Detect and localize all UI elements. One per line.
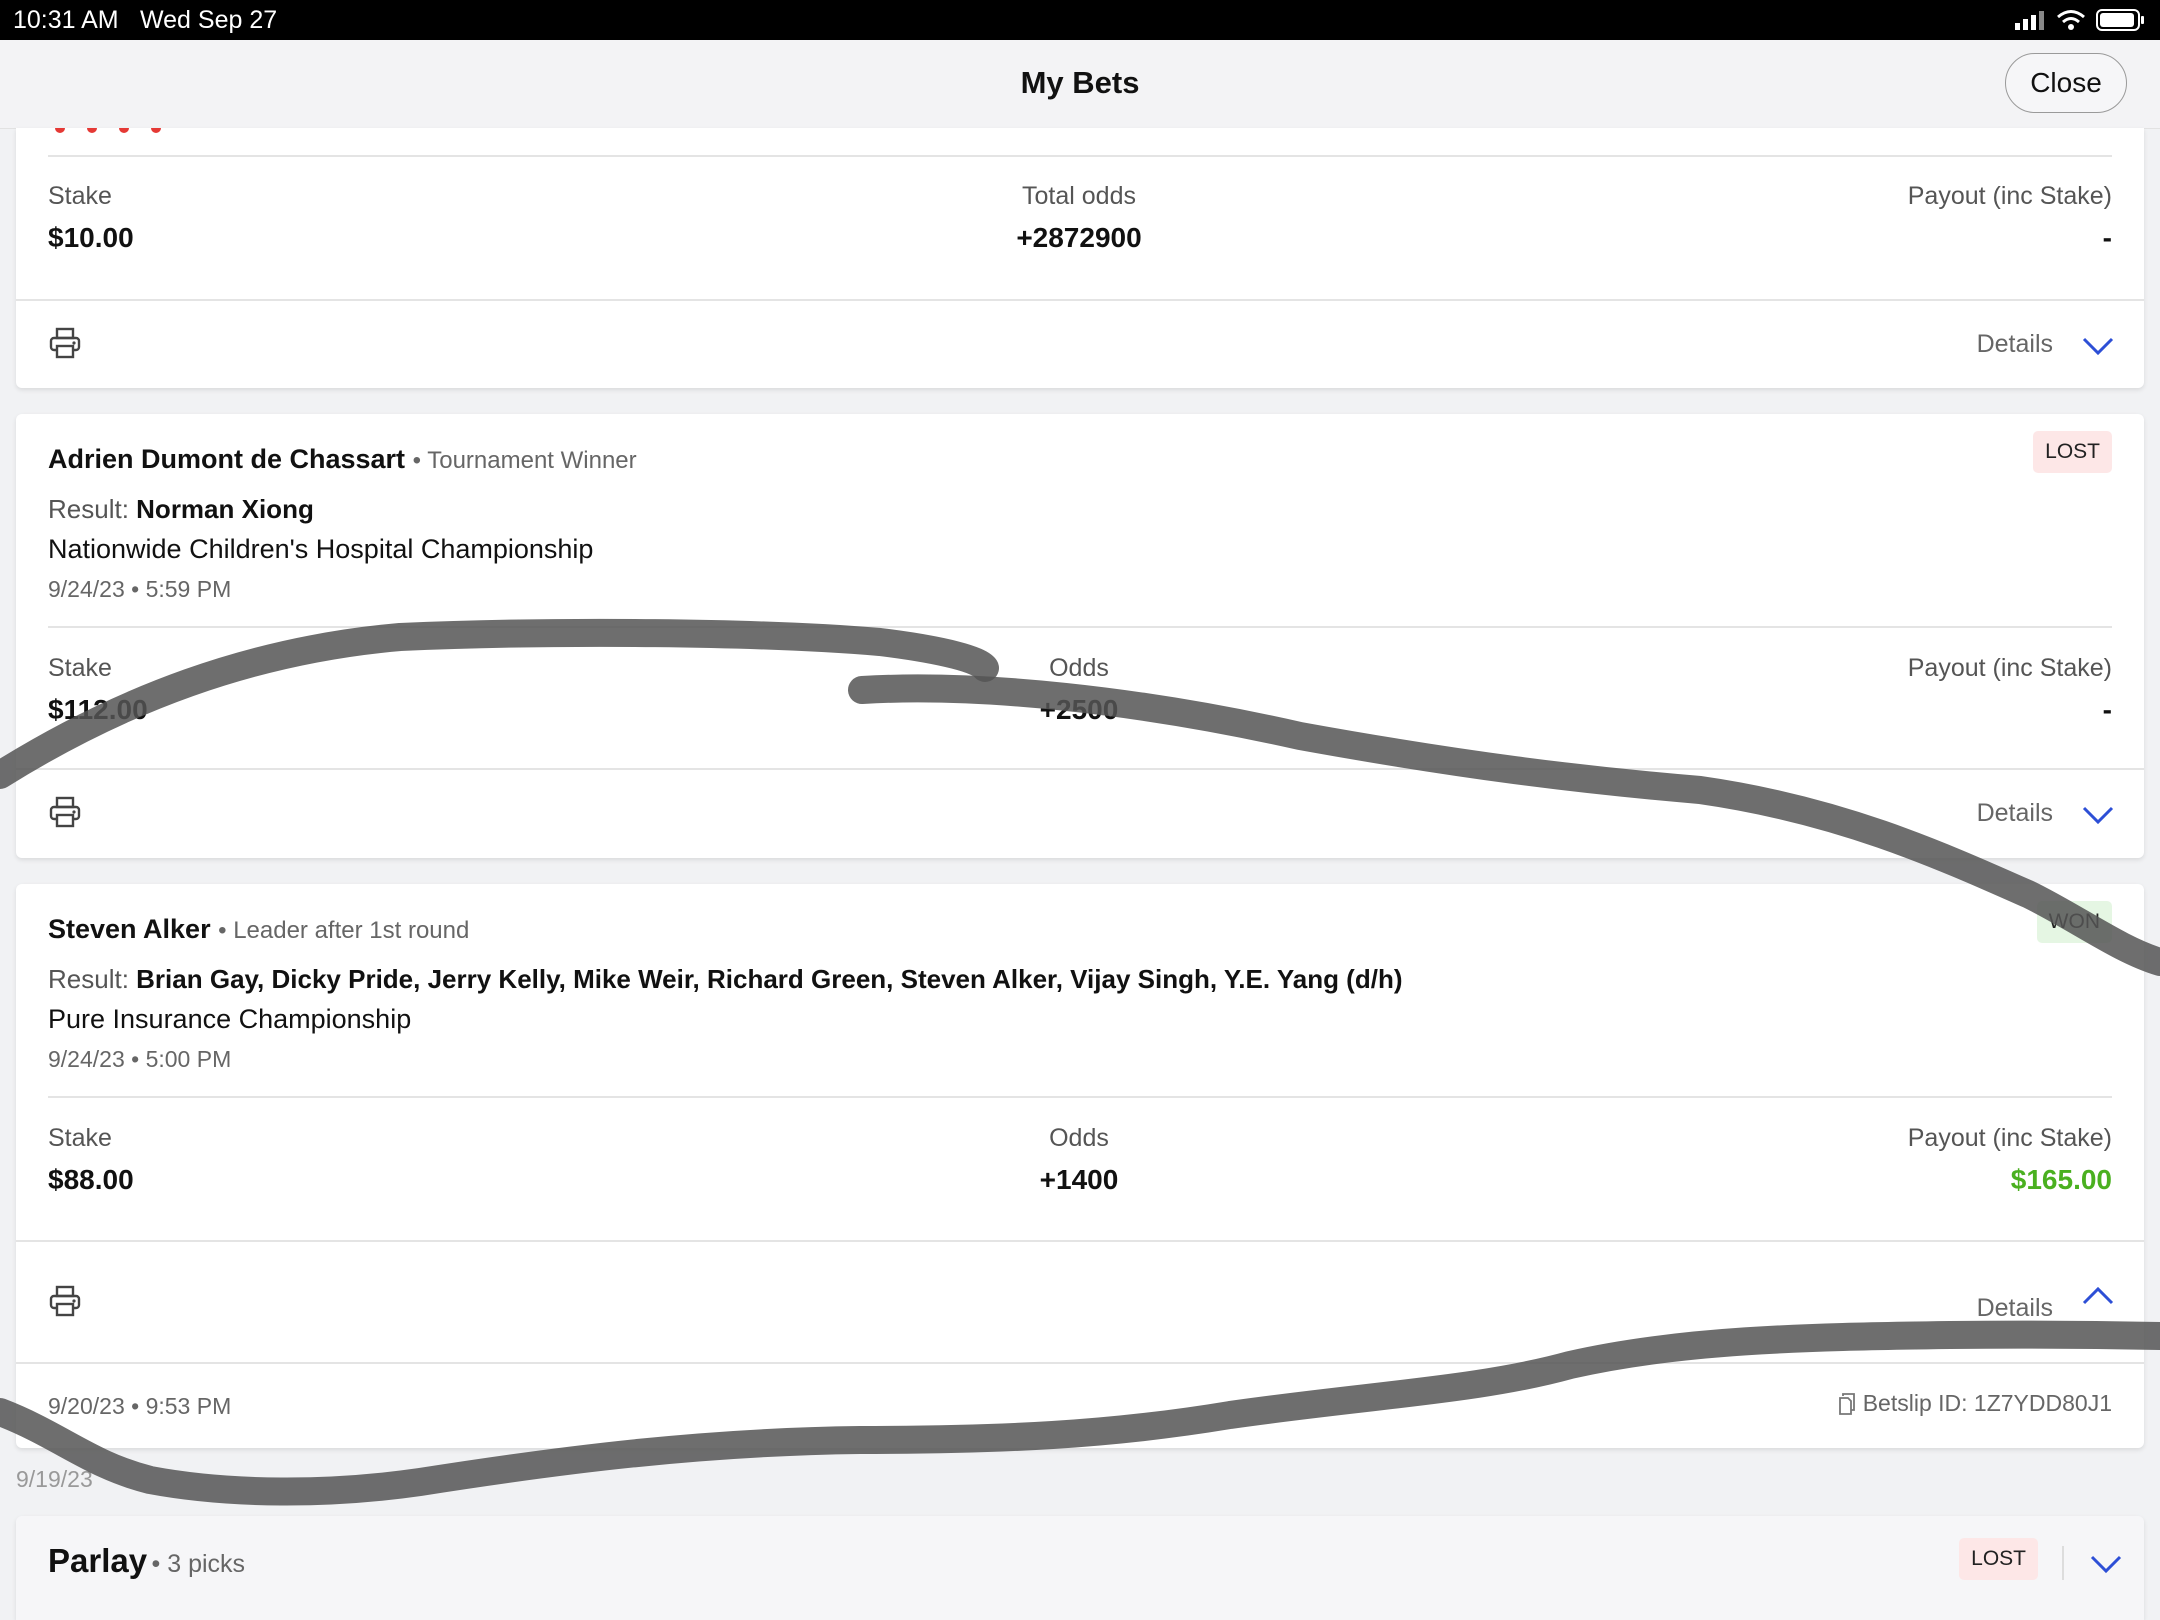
bet-datetime: 9/24/23 • 5:00 PM [48, 1046, 232, 1072]
chevron-down-icon[interactable] [2080, 803, 2116, 827]
bet-datetime: 9/24/23 • 5:59 PM [48, 576, 232, 602]
divider [48, 626, 2112, 628]
print-icon[interactable] [48, 795, 82, 829]
wifi-icon [2057, 10, 2085, 30]
chevron-up-icon[interactable] [2080, 1284, 2116, 1308]
parlay-title: Parlay [48, 1542, 148, 1579]
payout-label: Payout (inc Stake) [1907, 182, 2112, 210]
print-icon[interactable] [48, 1284, 82, 1318]
bet-card: Steven Alker • Leader after 1st round WO… [16, 884, 2144, 1448]
stake-value: $112.00 [48, 694, 148, 725]
odds-label: Odds [1049, 1124, 1109, 1152]
print-icon[interactable] [48, 326, 82, 360]
bet-card-parlay-top: Stake $10.00 Total odds +2872900 Payout … [16, 128, 2144, 388]
event-name: Nationwide Children's Hospital Champions… [48, 534, 594, 564]
payout-label: Payout (inc Stake) [1907, 654, 2112, 682]
copy-icon[interactable] [1837, 1392, 1857, 1416]
status-badge: WON [2036, 901, 2112, 943]
battery-icon [2096, 9, 2144, 31]
date-separator: 9/19/23 [16, 1466, 93, 1492]
market-name: Leader after 1st round [233, 917, 470, 944]
betslip-id-text: Betslip ID: 1Z7YDD80J1 [1862, 1390, 2112, 1416]
status-date: Wed Sep 27 [140, 6, 278, 34]
header-bar: My Bets Close [0, 40, 2160, 129]
vertical-divider [2062, 1546, 2064, 1580]
status-badge: LOST [1959, 1538, 2038, 1580]
payout-value: $165.00 [2010, 1164, 2112, 1195]
cellular-signal-icon [2015, 11, 2044, 30]
result-value: Brian Gay, Dicky Pride, Jerry Kelly, Mik… [136, 964, 1403, 994]
odds-value: +1400 [1039, 1164, 1119, 1195]
details-label[interactable]: Details [1977, 1294, 2053, 1323]
total-odds-label: Total odds [1022, 182, 1136, 210]
event-name: Pure Insurance Championship [48, 1004, 412, 1034]
result-line: Result: Norman Xiong [48, 494, 314, 525]
divider [16, 299, 2144, 301]
divider [16, 1362, 2144, 1364]
placed-datetime: 9/20/23 • 9:53 PM [48, 1393, 232, 1419]
parlay-title-line: Parlay • 3 picks [48, 1542, 245, 1580]
stake-value: $10.00 [48, 222, 134, 253]
selection-title: Steven Alker • Leader after 1st round [48, 914, 469, 945]
chevron-down-icon[interactable] [2080, 334, 2116, 358]
odds-label: Odds [1049, 654, 1109, 682]
odds-value: +2500 [1039, 694, 1119, 725]
market-separator: • [218, 917, 234, 944]
divider [16, 1240, 2144, 1242]
close-button[interactable]: Close [2005, 53, 2127, 113]
status-time: 10:31 AM [13, 6, 119, 34]
result-label: Result: [48, 964, 129, 994]
stake-label: Stake [48, 182, 112, 210]
total-odds-value: +2872900 [1016, 222, 1142, 253]
stake-label: Stake [48, 1124, 112, 1152]
payout-label: Payout (inc Stake) [1907, 1124, 2112, 1152]
parlay-card[interactable]: Parlay • 3 picks LOST [16, 1516, 2144, 1620]
divider [48, 155, 2112, 157]
betslip-id[interactable]: Betslip ID: 1Z7YDD80J1 [1837, 1390, 2112, 1417]
result-label: Result: [48, 494, 129, 524]
selection-name: Adrien Dumont de Chassart [48, 444, 406, 474]
selection-name: Steven Alker [48, 914, 211, 944]
payout-value: - [2102, 694, 2112, 725]
chevron-down-icon[interactable] [2088, 1552, 2124, 1576]
parlay-picks: 3 picks [167, 1550, 246, 1578]
payout-value: - [2102, 222, 2112, 253]
bet-card: Adrien Dumont de Chassart • Tournament W… [16, 414, 2144, 858]
market-separator: • [412, 447, 428, 474]
divider [48, 1096, 2112, 1098]
pick-indicator-dots [55, 128, 161, 133]
details-label[interactable]: Details [1977, 330, 2053, 359]
stake-value: $88.00 [48, 1164, 134, 1195]
details-label[interactable]: Details [1977, 799, 2053, 828]
market-name: Tournament Winner [427, 447, 637, 474]
page-title: My Bets [1020, 65, 1140, 100]
divider [16, 768, 2144, 770]
system-indicators [2014, 8, 2146, 32]
parlay-separator: • [151, 1550, 168, 1578]
status-badge: LOST [2033, 431, 2112, 473]
result-value: Norman Xiong [136, 494, 314, 524]
selection-title: Adrien Dumont de Chassart • Tournament W… [48, 444, 637, 475]
stake-label: Stake [48, 654, 112, 682]
result-line: Result: Brian Gay, Dicky Pride, Jerry Ke… [48, 964, 1403, 995]
status-bar: 10:31 AM Wed Sep 27 [0, 0, 2160, 40]
